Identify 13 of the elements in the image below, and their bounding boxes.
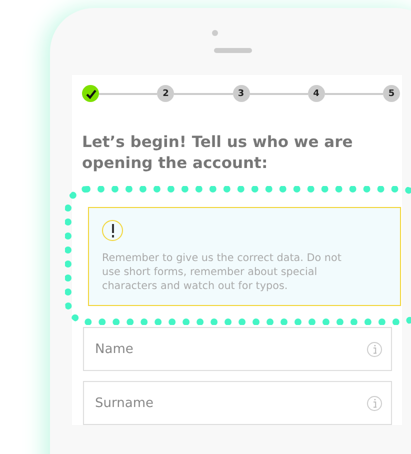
input-field[interactable]: Name [83,327,392,371]
heading: Let’s begin! Tell us who we are opening the account: [82,132,354,174]
info-icon [367,342,382,357]
info-icon [367,396,382,411]
speaker-icon [214,48,252,53]
step-number: 5 [383,85,400,102]
step-number: 3 [232,85,250,102]
step-number: 4 [308,85,325,102]
input-field[interactable]: Surname [83,381,392,425]
notice-text: Remember to give us the correct data. Do not use short forms, remember about special characters and watch out for typos. [102,251,342,293]
camera-icon [212,30,218,36]
step-number: 2 [157,85,174,102]
warning-icon [102,220,123,241]
